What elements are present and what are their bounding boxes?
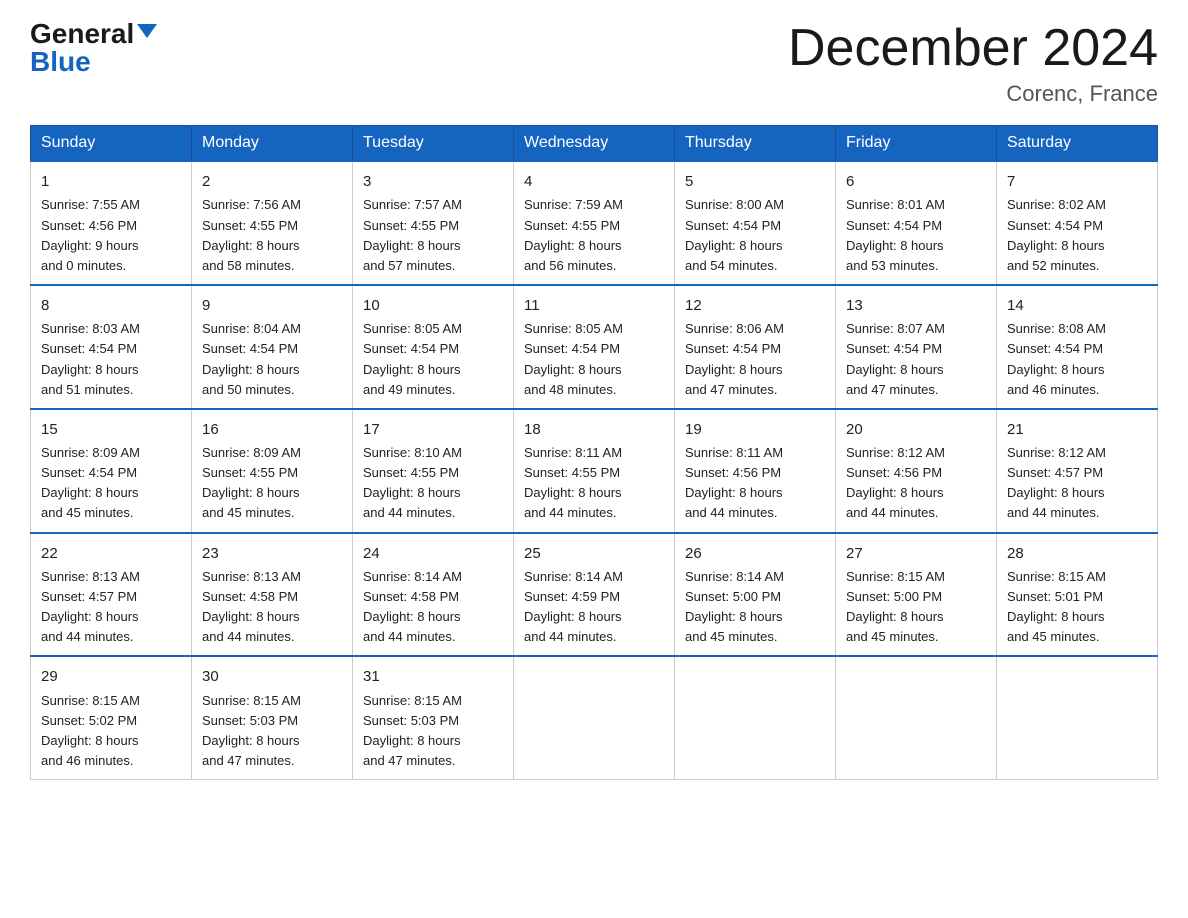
calendar-table: SundayMondayTuesdayWednesdayThursdayFrid…	[30, 125, 1158, 780]
weekday-header-saturday: Saturday	[997, 126, 1158, 162]
day-number: 15	[41, 418, 181, 441]
calendar-cell: 1Sunrise: 7:55 AMSunset: 4:56 PMDaylight…	[31, 161, 192, 285]
weekday-header-tuesday: Tuesday	[353, 126, 514, 162]
calendar-cell: 6Sunrise: 8:01 AMSunset: 4:54 PMDaylight…	[836, 161, 997, 285]
weekday-header-sunday: Sunday	[31, 126, 192, 162]
day-number: 5	[685, 170, 825, 193]
day-number: 12	[685, 294, 825, 317]
day-number: 8	[41, 294, 181, 317]
day-number: 26	[685, 542, 825, 565]
location-label: Corenc, France	[788, 81, 1158, 107]
calendar-week-row: 15Sunrise: 8:09 AMSunset: 4:54 PMDayligh…	[31, 409, 1158, 533]
weekday-header-thursday: Thursday	[675, 126, 836, 162]
calendar-cell: 12Sunrise: 8:06 AMSunset: 4:54 PMDayligh…	[675, 285, 836, 409]
calendar-cell: 26Sunrise: 8:14 AMSunset: 5:00 PMDayligh…	[675, 533, 836, 657]
calendar-cell: 10Sunrise: 8:05 AMSunset: 4:54 PMDayligh…	[353, 285, 514, 409]
day-number: 22	[41, 542, 181, 565]
calendar-cell: 30Sunrise: 8:15 AMSunset: 5:03 PMDayligh…	[192, 656, 353, 779]
day-number: 11	[524, 294, 664, 317]
day-number: 17	[363, 418, 503, 441]
calendar-cell: 8Sunrise: 8:03 AMSunset: 4:54 PMDaylight…	[31, 285, 192, 409]
weekday-header-wednesday: Wednesday	[514, 126, 675, 162]
calendar-cell: 15Sunrise: 8:09 AMSunset: 4:54 PMDayligh…	[31, 409, 192, 533]
day-number: 1	[41, 170, 181, 193]
calendar-week-row: 22Sunrise: 8:13 AMSunset: 4:57 PMDayligh…	[31, 533, 1158, 657]
weekday-header-monday: Monday	[192, 126, 353, 162]
calendar-cell: 13Sunrise: 8:07 AMSunset: 4:54 PMDayligh…	[836, 285, 997, 409]
day-number: 3	[363, 170, 503, 193]
day-number: 24	[363, 542, 503, 565]
calendar-cell: 7Sunrise: 8:02 AMSunset: 4:54 PMDaylight…	[997, 161, 1158, 285]
calendar-cell: 5Sunrise: 8:00 AMSunset: 4:54 PMDaylight…	[675, 161, 836, 285]
calendar-week-row: 1Sunrise: 7:55 AMSunset: 4:56 PMDaylight…	[31, 161, 1158, 285]
weekday-header-friday: Friday	[836, 126, 997, 162]
calendar-cell: 3Sunrise: 7:57 AMSunset: 4:55 PMDaylight…	[353, 161, 514, 285]
calendar-cell: 9Sunrise: 8:04 AMSunset: 4:54 PMDaylight…	[192, 285, 353, 409]
day-number: 28	[1007, 542, 1147, 565]
day-number: 9	[202, 294, 342, 317]
logo-blue-text: Blue	[30, 48, 91, 76]
calendar-cell: 2Sunrise: 7:56 AMSunset: 4:55 PMDaylight…	[192, 161, 353, 285]
calendar-cell: 20Sunrise: 8:12 AMSunset: 4:56 PMDayligh…	[836, 409, 997, 533]
calendar-cell: 4Sunrise: 7:59 AMSunset: 4:55 PMDaylight…	[514, 161, 675, 285]
calendar-cell: 24Sunrise: 8:14 AMSunset: 4:58 PMDayligh…	[353, 533, 514, 657]
day-number: 21	[1007, 418, 1147, 441]
logo-general-text: General	[30, 20, 134, 48]
calendar-cell: 14Sunrise: 8:08 AMSunset: 4:54 PMDayligh…	[997, 285, 1158, 409]
calendar-cell	[836, 656, 997, 779]
day-number: 29	[41, 665, 181, 688]
calendar-cell: 31Sunrise: 8:15 AMSunset: 5:03 PMDayligh…	[353, 656, 514, 779]
calendar-cell: 22Sunrise: 8:13 AMSunset: 4:57 PMDayligh…	[31, 533, 192, 657]
calendar-cell: 11Sunrise: 8:05 AMSunset: 4:54 PMDayligh…	[514, 285, 675, 409]
day-number: 31	[363, 665, 503, 688]
title-block: December 2024 Corenc, France	[788, 20, 1158, 107]
day-number: 14	[1007, 294, 1147, 317]
calendar-cell: 28Sunrise: 8:15 AMSunset: 5:01 PMDayligh…	[997, 533, 1158, 657]
day-number: 13	[846, 294, 986, 317]
calendar-cell: 21Sunrise: 8:12 AMSunset: 4:57 PMDayligh…	[997, 409, 1158, 533]
calendar-cell: 19Sunrise: 8:11 AMSunset: 4:56 PMDayligh…	[675, 409, 836, 533]
day-number: 30	[202, 665, 342, 688]
day-number: 19	[685, 418, 825, 441]
day-number: 7	[1007, 170, 1147, 193]
day-number: 2	[202, 170, 342, 193]
day-number: 25	[524, 542, 664, 565]
calendar-cell: 18Sunrise: 8:11 AMSunset: 4:55 PMDayligh…	[514, 409, 675, 533]
calendar-cell	[997, 656, 1158, 779]
calendar-week-row: 29Sunrise: 8:15 AMSunset: 5:02 PMDayligh…	[31, 656, 1158, 779]
day-number: 23	[202, 542, 342, 565]
calendar-cell	[514, 656, 675, 779]
calendar-week-row: 8Sunrise: 8:03 AMSunset: 4:54 PMDaylight…	[31, 285, 1158, 409]
month-title: December 2024	[788, 20, 1158, 77]
calendar-cell: 23Sunrise: 8:13 AMSunset: 4:58 PMDayligh…	[192, 533, 353, 657]
calendar-cell	[675, 656, 836, 779]
day-number: 4	[524, 170, 664, 193]
logo-triangle-icon	[137, 24, 157, 38]
day-number: 27	[846, 542, 986, 565]
day-number: 16	[202, 418, 342, 441]
calendar-cell: 17Sunrise: 8:10 AMSunset: 4:55 PMDayligh…	[353, 409, 514, 533]
calendar-cell: 25Sunrise: 8:14 AMSunset: 4:59 PMDayligh…	[514, 533, 675, 657]
logo: General Blue	[30, 20, 157, 76]
page-header: General Blue December 2024 Corenc, Franc…	[30, 20, 1158, 107]
calendar-cell: 27Sunrise: 8:15 AMSunset: 5:00 PMDayligh…	[836, 533, 997, 657]
day-number: 6	[846, 170, 986, 193]
calendar-cell: 29Sunrise: 8:15 AMSunset: 5:02 PMDayligh…	[31, 656, 192, 779]
day-number: 10	[363, 294, 503, 317]
day-number: 18	[524, 418, 664, 441]
day-number: 20	[846, 418, 986, 441]
weekday-header-row: SundayMondayTuesdayWednesdayThursdayFrid…	[31, 126, 1158, 162]
calendar-cell: 16Sunrise: 8:09 AMSunset: 4:55 PMDayligh…	[192, 409, 353, 533]
